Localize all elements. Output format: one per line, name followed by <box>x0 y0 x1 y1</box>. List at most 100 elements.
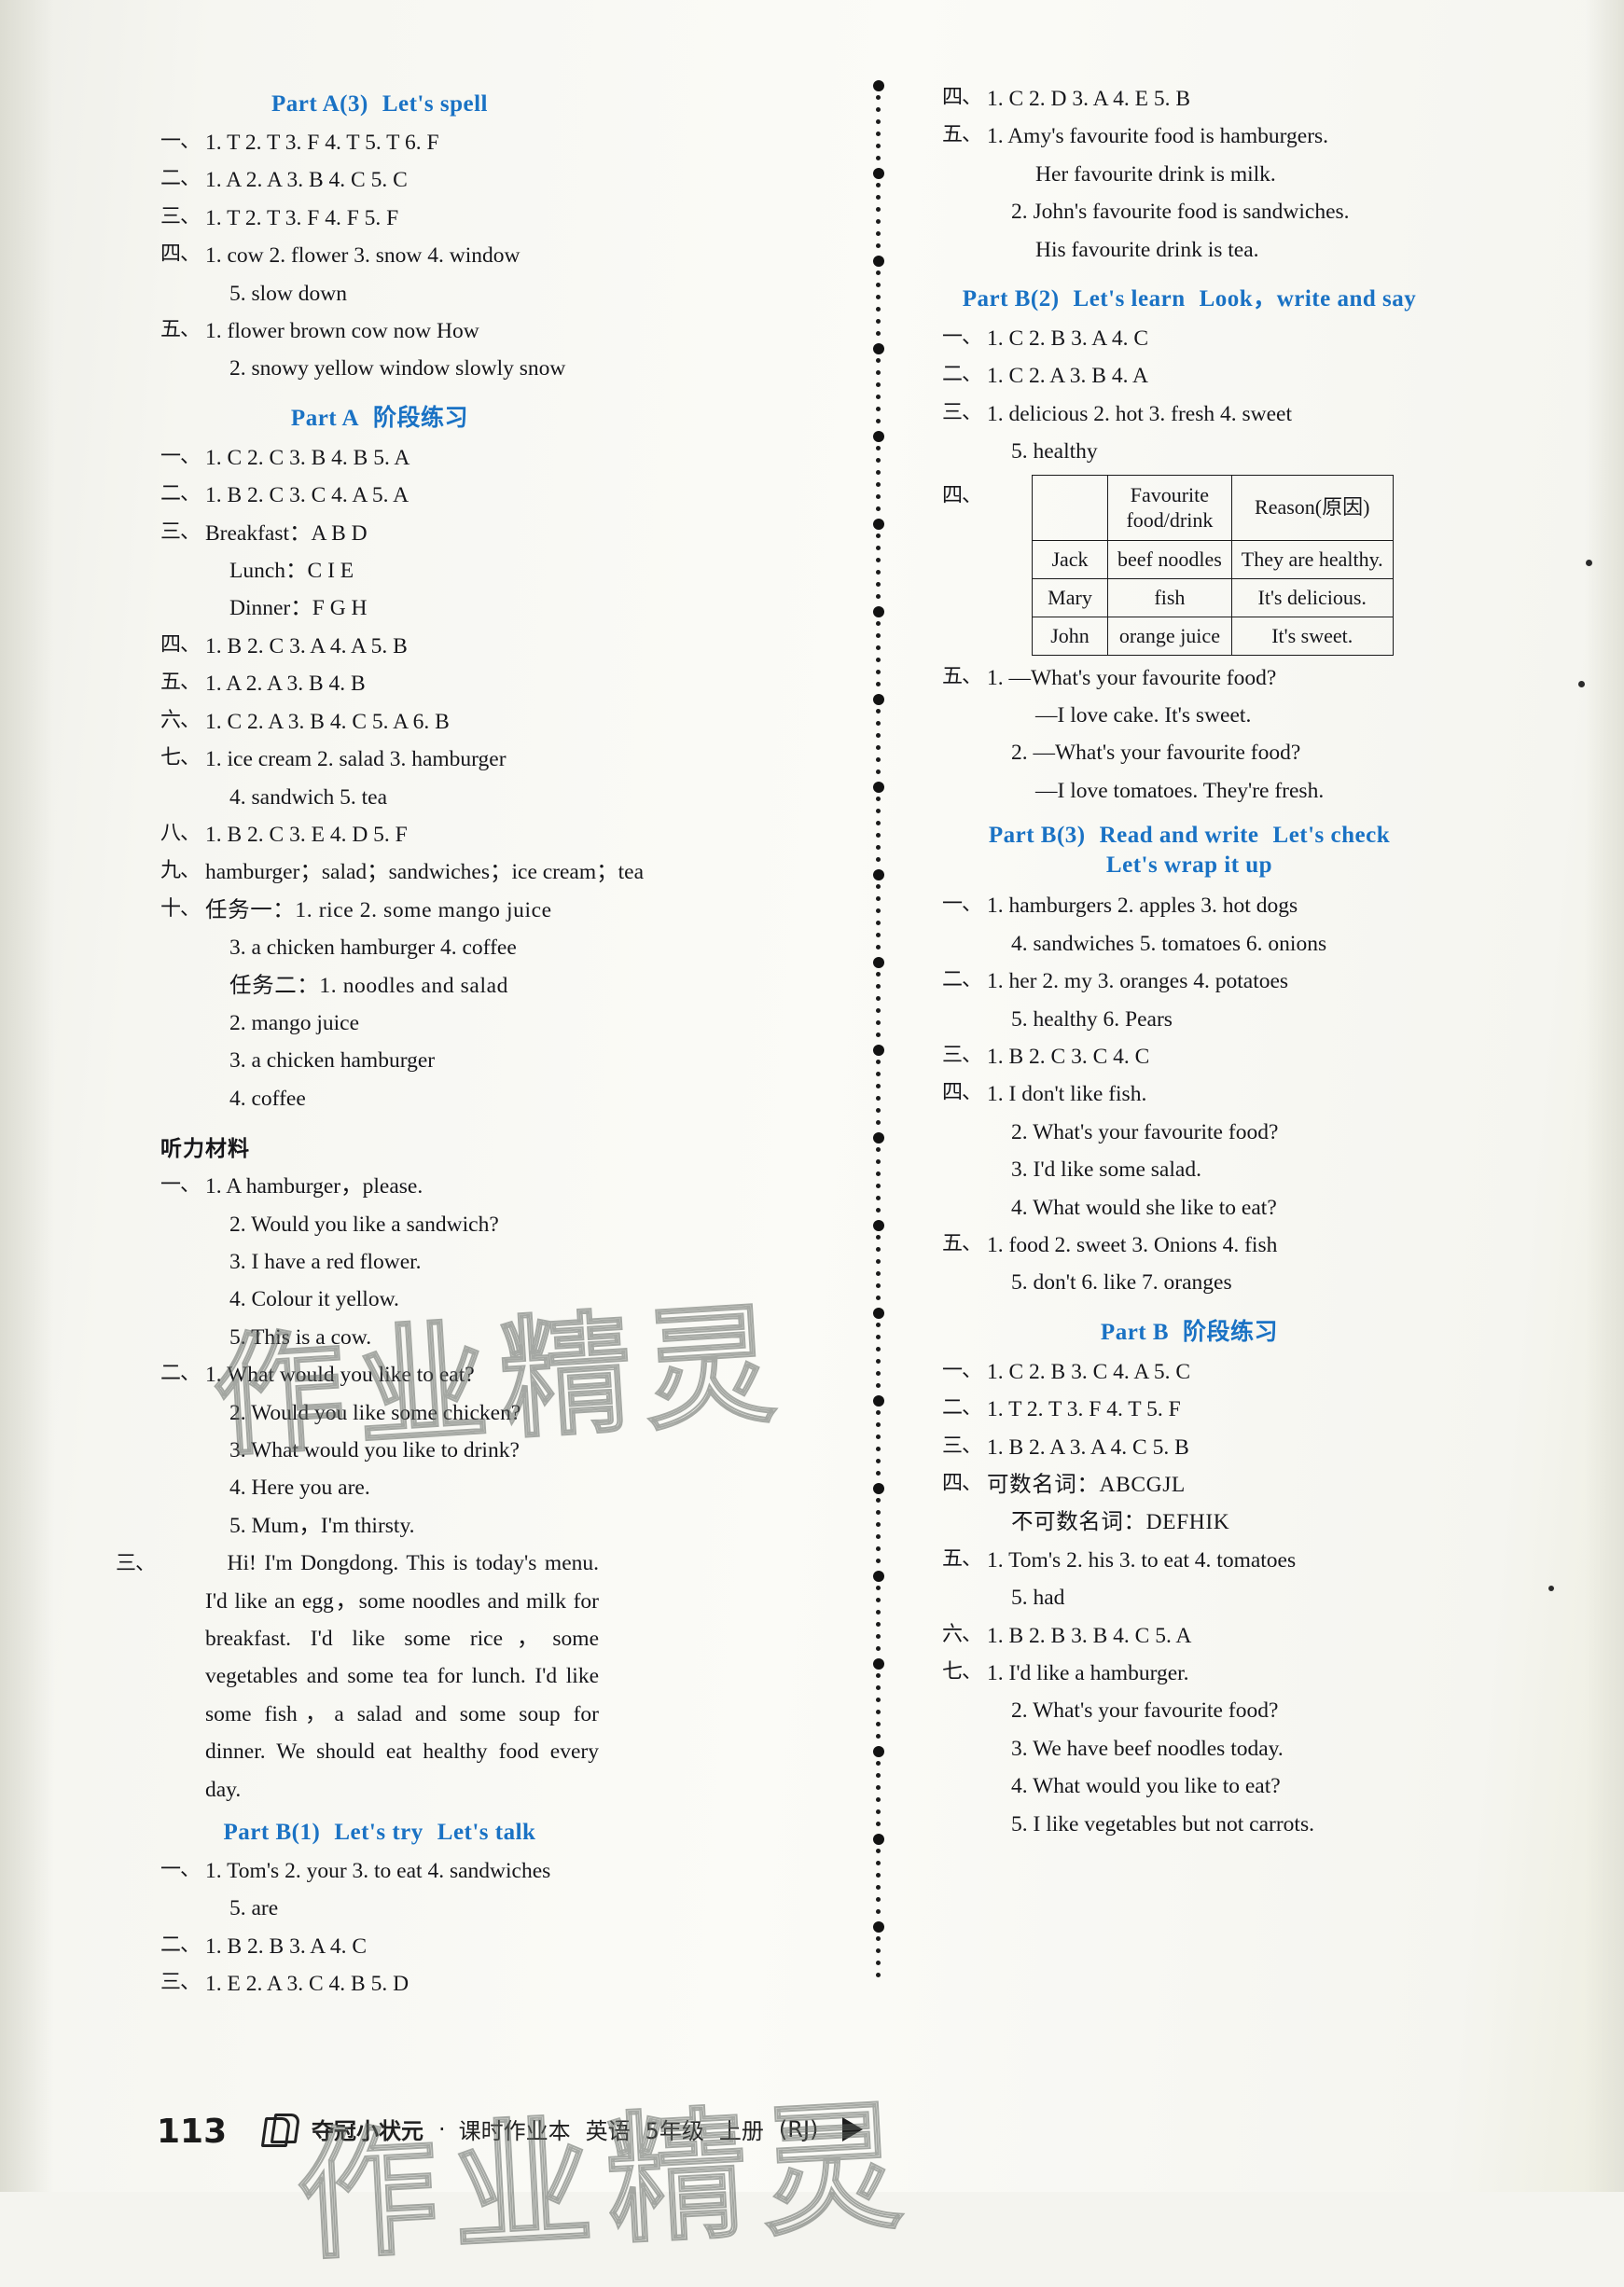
part-heading-segment: Let's learn <box>1073 286 1186 312</box>
table-cell: They are healthy. <box>1230 539 1394 579</box>
answer-row: 一、 1. A hamburger，please. <box>160 1168 599 1205</box>
answer-number: 三、 <box>942 1043 982 1067</box>
answer-row: 一、 1. C 2. C 3. B 4. B 5. A <box>160 439 599 477</box>
answer-text: 1. E 2. A 3. C 4. B 5. D <box>205 1972 409 1997</box>
answer-number: 三、 <box>942 400 982 424</box>
answer-text: 1. I'd like a hamburger. <box>987 1661 1189 1685</box>
answer-number <box>160 589 205 627</box>
part-heading-segment: Let's try <box>334 1820 423 1846</box>
answer-number <box>942 925 987 963</box>
answer-row: 5. are <box>160 1890 599 1927</box>
answer-row: 十、 任务一：1. rice 2. some mango juice <box>160 892 599 929</box>
answer-text: 任务一：1. rice 2. some mango juice <box>205 897 552 922</box>
answer-row: 一、 1. T 2. T 3. F 4. T 5. T 6. F <box>160 124 599 161</box>
answer-row: 三、 1. B 2. A 3. A 4. C 5. B <box>942 1429 1437 1466</box>
answer-row: 三、 1. B 2. C 3. C 4. C <box>942 1038 1437 1075</box>
answer-row: —I love cake. It's sweet. <box>942 697 1437 734</box>
answer-row: 三、 1. T 2. T 3. F 4. F 5. F <box>160 200 599 237</box>
answer-number: 四、 <box>160 243 201 267</box>
answer-text: 5. are <box>229 1896 279 1921</box>
part-heading-segment: Part B(2) <box>962 286 1060 312</box>
answer-row: 八、 1. B 2. C 3. E 4. D 5. F <box>160 816 599 853</box>
answer-number: 一、 <box>160 1173 201 1198</box>
answer-text: 1. —What's your favourite food? <box>987 665 1277 690</box>
answer-text: 5. healthy 6. Pears <box>1011 1006 1173 1032</box>
answer-row: 4. What would you like to eat? <box>942 1767 1437 1805</box>
footer-edition: (RJ) <box>778 2115 819 2142</box>
margin-dot <box>1586 560 1592 566</box>
answer-text: Dinner：F G H <box>229 596 368 621</box>
table-cell: fish <box>1107 577 1232 617</box>
answer-text: 5. This is a cow. <box>229 1324 372 1350</box>
answer-row: 4. Colour it yellow. <box>160 1281 599 1318</box>
footer-imprint: 夺冠小状元 · 课时作业本 英语 5年级 上册 (RJ) <box>259 2113 864 2145</box>
answer-number <box>942 1264 987 1301</box>
answer-number <box>160 1469 205 1506</box>
answer-text: 任务二：1. noodles and salad <box>229 973 508 998</box>
answer-row: 四、 可数名词：ABCGJL <box>942 1466 1437 1504</box>
answer-row: 三、 1. E 2. A 3. C 4. B 5. D <box>160 1965 599 2003</box>
answer-number: 三、 <box>160 520 201 544</box>
answer-text: 4. What would she like to eat? <box>1011 1195 1277 1220</box>
answer-row: 5. This is a cow. <box>160 1319 599 1356</box>
answer-text: 1. C 2. D 3. A 4. E 5. B <box>987 87 1191 111</box>
answer-number <box>160 929 205 966</box>
table-header-row: Favourite food/drink Reason(原因) <box>1032 474 1394 541</box>
answer-row: 二、 1. A 2. A 3. B 4. C 5. C <box>160 161 599 199</box>
table-header-cell: Favourite food/drink <box>1107 474 1232 541</box>
answer-row: 3. a chicken hamburger <box>160 1042 599 1079</box>
answer-text: 不可数名词：DEFHIK <box>1011 1510 1230 1535</box>
answer-number <box>942 734 987 771</box>
table-header-cell: Reason(原因) <box>1230 474 1394 541</box>
answer-row: 2. —What's your favourite food? <box>942 734 1437 771</box>
part-heading-segment: Look，write and say <box>1199 286 1417 312</box>
answer-row: 3. I'd like some salad. <box>942 1151 1437 1188</box>
answer-number: 三、 <box>116 1552 156 1576</box>
part-heading: Part A(3) Let's spell <box>160 91 599 118</box>
answer-number <box>942 1151 987 1188</box>
answer-row: 5. don't 6. like 7. oranges <box>942 1264 1437 1301</box>
answer-number: 二、 <box>160 167 201 191</box>
answer-text: 1. Tom's 2. your 3. to eat 4. sandwiches <box>205 1859 551 1884</box>
answer-row: 九、 hamburger；salad；sandwiches；ice cream；t… <box>160 853 644 891</box>
answer-row: 5. healthy <box>942 433 1437 470</box>
answer-row: Her favourite drink is milk. <box>942 156 1437 193</box>
answer-number <box>160 275 205 312</box>
answer-number: 四、 <box>942 1081 982 1105</box>
margin-dot <box>1578 681 1585 687</box>
answer-text: 1. A hamburger，please. <box>205 1174 423 1199</box>
margin-dot <box>1548 1586 1554 1591</box>
answer-number: 二、 <box>942 363 982 387</box>
answer-row: 五、 1. A 2. A 3. B 4. B <box>160 665 599 702</box>
answer-row: 3. What would you like to drink? <box>160 1432 599 1469</box>
table-cell: Mary <box>1032 577 1108 617</box>
answer-text: 1. ice cream 2. salad 3. hamburger <box>205 747 507 772</box>
answer-text: 1. B 2. B 3. B 4. C 5. A <box>987 1623 1192 1648</box>
answer-text: 2. snowy yellow window slowly snow <box>229 356 566 381</box>
answer-text: 1. T 2. T 3. F 4. T 5. T 6. F <box>205 131 439 155</box>
answer-number: 一、 <box>942 893 982 917</box>
answer-number: 四、 <box>160 632 201 657</box>
answer-row: 4. sandwiches 5. tomatoes 6. onions <box>942 925 1437 963</box>
footer-grade: 5年级 <box>645 2118 704 2144</box>
answer-number <box>942 697 987 734</box>
answer-row: 2. snowy yellow window slowly snow <box>160 350 599 387</box>
columns-container: Part A(3) Let's spell 一、 1. T 2. T 3. F 4. … <box>0 0 1624 2080</box>
part-heading-segment: Part A(3) <box>271 91 368 117</box>
answer-row: 4. coffee <box>160 1080 599 1117</box>
watermark: 作业精灵 <box>293 2085 922 2281</box>
answer-text: 3. I'd like some salad. <box>1011 1157 1201 1183</box>
answer-number <box>942 156 987 193</box>
answer-row: 四、 1. cow 2. flower 3. snow 4. window <box>160 237 599 274</box>
answer-row: 2. mango juice <box>160 1005 599 1042</box>
answer-text: —I love tomatoes. They're fresh. <box>1035 778 1325 803</box>
answer-row: 4. What would she like to eat? <box>942 1189 1437 1227</box>
answer-number: 一、 <box>942 1358 982 1382</box>
answer-number <box>942 231 987 269</box>
answer-text: 2. —What's your favourite food? <box>1011 741 1301 766</box>
answer-row: 四、 1. C 2. D 3. A 4. E 5. B <box>942 80 1437 118</box>
answer-number: 九、 <box>160 859 201 883</box>
answer-number: 三、 <box>160 1971 201 1995</box>
answer-number: 二、 <box>160 1362 201 1386</box>
answer-number: 六、 <box>160 708 201 732</box>
